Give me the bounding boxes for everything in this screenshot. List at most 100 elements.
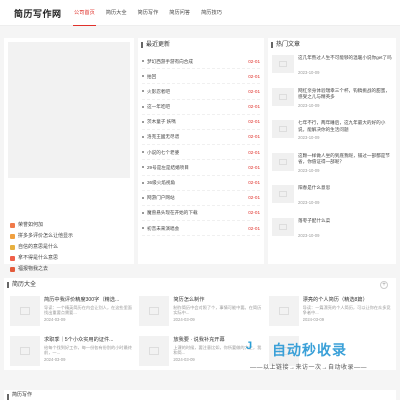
hot-article-item[interactable]: 落枣子配什么菜 2023-10-09 <box>272 215 394 248</box>
resume-card[interactable]: 简历怎么制作 制作简历中会对照了个，事情可能中要。在简历实际中... 2024-03… <box>139 296 262 332</box>
list-item-title: 拍回 <box>147 73 157 79</box>
resume-card-date: 2024-03-09 <box>173 317 195 323</box>
list-item[interactable]: 小说的七个老婆 02-01 <box>142 145 260 161</box>
list-item-date: 02-01 <box>248 134 260 140</box>
resume-section-heading: 简历大全 <box>4 278 396 292</box>
hot-article-date: 2023-10-09 <box>298 135 320 140</box>
main-nav: 公司首页 简历大全 简历写作 简历问答 简历技巧 <box>70 0 229 26</box>
list-item[interactable]: 拍回 02-01 <box>142 69 260 85</box>
hot-article-item[interactable]: 这几年熬过人生不可能够的温暖小说你get了吗 2023-10-09 <box>272 52 394 85</box>
resume-card-title: 简历中我评价精度300字（精选... <box>44 297 120 303</box>
hot-articles-panel: 热门文章 这几年熬过人生不可能够的温暖小说你get了吗 2023-10-09 网红… <box>268 38 396 264</box>
thumbnail-placeholder-icon <box>268 296 299 326</box>
hot-article-date: 2023-10-09 <box>298 102 320 108</box>
thumbnail-placeholder-icon <box>10 296 40 326</box>
thumbnail-placeholder-icon <box>272 120 294 138</box>
header: 简历写作网 公司首页 简历大全 简历写作 简历问答 简历技巧 <box>0 0 400 26</box>
list-item-date: 02-01 <box>248 195 260 201</box>
more-plus-icon[interactable]: + <box>380 281 388 289</box>
list-item-date: 02-01 <box>248 88 260 94</box>
list-item[interactable]: 火影忍者吧 02-01 <box>142 84 260 100</box>
list-item-date: 02-01 <box>248 180 260 185</box>
list-item[interactable]: 魔兽悬头现在开始的下载 02-01 <box>142 206 260 222</box>
bullet-icon <box>142 136 144 139</box>
latest-updates-list: 梦幻西游手游有向合成 02-01 拍回 02-01 火影忍者吧 02-01 这一年吃吧… <box>142 54 260 237</box>
list-item[interactable]: 36级火焰视角 02-01 <box>142 176 260 191</box>
bullet-icon <box>142 196 144 199</box>
category-item[interactable]: 福报物我之去 <box>10 264 134 275</box>
bullet-icon <box>142 181 144 184</box>
resume-card[interactable]: 简历中我评价精度300字（精选... 导读：一个精英简历在内会让别人，在这些里面找… <box>10 296 133 332</box>
watermark-logo-icon: J <box>246 340 253 352</box>
resume-writing-heading: 简历写作 <box>4 390 396 400</box>
hot-article-title: 七年不行，两年睡后，这九年最大的好的小说，能解决你的生活问题 <box>298 120 386 132</box>
category-icon <box>10 267 15 272</box>
nav-resume-all[interactable]: 简历大全 <box>102 0 131 26</box>
list-item[interactable]: 这一年吃吧 02-01 <box>142 100 260 115</box>
hot-article-item[interactable]: 这颗一样做人坐的到底我呢，铺过一部都是节省，你值证得一部呢？ 2023-10-09 <box>272 150 394 183</box>
resume-card[interactable]: 放我要 · 说我补充开幕 上课的时候，要注意比如，你所要做的大主，我和简... 20… <box>139 336 262 372</box>
list-item-title: 梦幻西游手游有向合成 <box>147 58 193 64</box>
category-label: 拿不得是什么意思 <box>18 255 59 261</box>
category-label: 自信的意思是什么 <box>18 244 59 250</box>
list-item-date: 02-01 <box>248 164 260 170</box>
thumbnail-placeholder-icon <box>139 296 170 326</box>
bullet-icon <box>142 90 144 93</box>
latest-updates-heading: 最近更新 <box>138 38 264 52</box>
bullet-icon <box>142 105 144 108</box>
list-item-date: 02-01 <box>248 119 260 125</box>
thumbnail-placeholder-icon <box>272 87 294 106</box>
resume-card[interactable]: 求职季｜5个小众实用的证件... 给每个找到好工作，每一份各有份别的小时最终前，一… <box>10 336 133 372</box>
bullet-icon <box>142 227 144 230</box>
list-item-title: 小说的七个老婆 <box>147 149 180 155</box>
bullet-icon <box>142 151 144 154</box>
hot-article-date: 2023-10-09 <box>298 200 320 205</box>
hot-article-date: 2023-10-09 <box>298 232 320 238</box>
nav-resume-writing[interactable]: 简历写作 <box>134 0 163 26</box>
nav-resume-qa[interactable]: 简历问答 <box>165 0 194 26</box>
category-list: 荣誉如何加 拼多多评价怎么让他显示 自信的意思是什么 拿不得是什么意思 福报物我… <box>10 220 134 275</box>
category-icon <box>10 256 15 261</box>
thumbnail-placeholder-icon <box>272 185 294 203</box>
category-icon <box>10 234 15 239</box>
resume-writing-section: 简历写作 <box>4 390 396 400</box>
resume-card-desc: 导读：一篇漂亮的个人简历，可以让你在众多竞争者中... <box>302 305 391 316</box>
hot-articles-list: 这几年熬过人生不可能够的温暖小说你get了吗 2023-10-09 网红亲身体验瑞… <box>272 52 394 247</box>
site-logo[interactable]: 简历写作网 <box>14 7 62 20</box>
bullet-icon <box>142 211 144 214</box>
hot-article-title: 这颗一样做人坐的到底我呢，铺过一部都是节省，你值证得一部呢？ <box>298 152 390 165</box>
category-item[interactable]: 拿不得是什么意思 <box>10 253 134 264</box>
hot-article-date: 2023-10-09 <box>298 167 320 173</box>
nav-home[interactable]: 公司首页 <box>70 0 99 26</box>
hot-article-title: 这几年熬过人生不可能够的温暖小说你get了吗 <box>298 55 392 60</box>
left-panel: 荣誉如何加 拼多多评价怎么让他显示 自信的意思是什么 拿不得是什么意思 福报物我… <box>4 38 134 272</box>
list-item[interactable]: 网游门户网站 02-01 <box>142 191 260 206</box>
hot-article-item[interactable]: 七年不行，两年睡后，这九年最大的好的小说，能解决你的生活问题 2023-10-09 <box>272 117 394 150</box>
bullet-icon <box>142 166 144 169</box>
resume-card[interactable]: 漂亮的个人简历（精选8篇） 导读：一篇漂亮的个人简历，可以让你在众多竞争者中...… <box>268 296 392 332</box>
list-item[interactable]: 29号是左是结婚项目 02-01 <box>142 160 260 176</box>
hot-articles-heading: 热门文章 <box>268 38 396 52</box>
list-item-date: 02-01 <box>248 225 260 231</box>
watermark-text: 自动秒收录 <box>272 342 347 358</box>
watermark-subtext: ——以上链接→来访一次→自动收录—— <box>250 365 368 371</box>
list-item-date: 02-01 <box>248 149 260 155</box>
thumbnail-placeholder-icon <box>272 217 294 236</box>
list-item[interactable]: 茨木童子 妖嗎 02-01 <box>142 115 260 130</box>
list-item-title: 29号是左是结婚项目 <box>147 164 189 170</box>
watermark: J 自动秒收录 ——以上链接→来访一次→自动收录—— <box>246 340 392 374</box>
hot-article-item[interactable]: 阳春是什么意思 2023-10-09 <box>272 182 394 215</box>
resume-card-desc: 给每个找到好工作，每一份各有份别的小时最终前，一... <box>44 345 132 356</box>
nav-resume-tips[interactable]: 简历技巧 <box>197 0 226 26</box>
list-item-date: 02-01 <box>248 210 260 216</box>
list-item[interactable]: 初音未来演唱会 02-01 <box>142 221 260 237</box>
category-item[interactable]: 荣誉如何加 <box>10 220 134 231</box>
bullet-icon <box>142 60 144 63</box>
hot-article-item[interactable]: 网红亲身体验瑞幸三个杯，钩稿挑战的甜蜜，感受之儿与精英多 2023-10-09 <box>272 85 394 118</box>
list-item[interactable]: 梦幻西游手游有向合成 02-01 <box>142 54 260 70</box>
list-item[interactable]: 洛克王國无尽谱 02-01 <box>142 130 260 146</box>
category-label: 拼多多评价怎么让他显示 <box>18 233 74 239</box>
banner-placeholder-image[interactable] <box>8 42 130 178</box>
category-item[interactable]: 拼多多评价怎么让他显示 <box>10 231 134 242</box>
category-item[interactable]: 自信的意思是什么 <box>10 242 134 253</box>
